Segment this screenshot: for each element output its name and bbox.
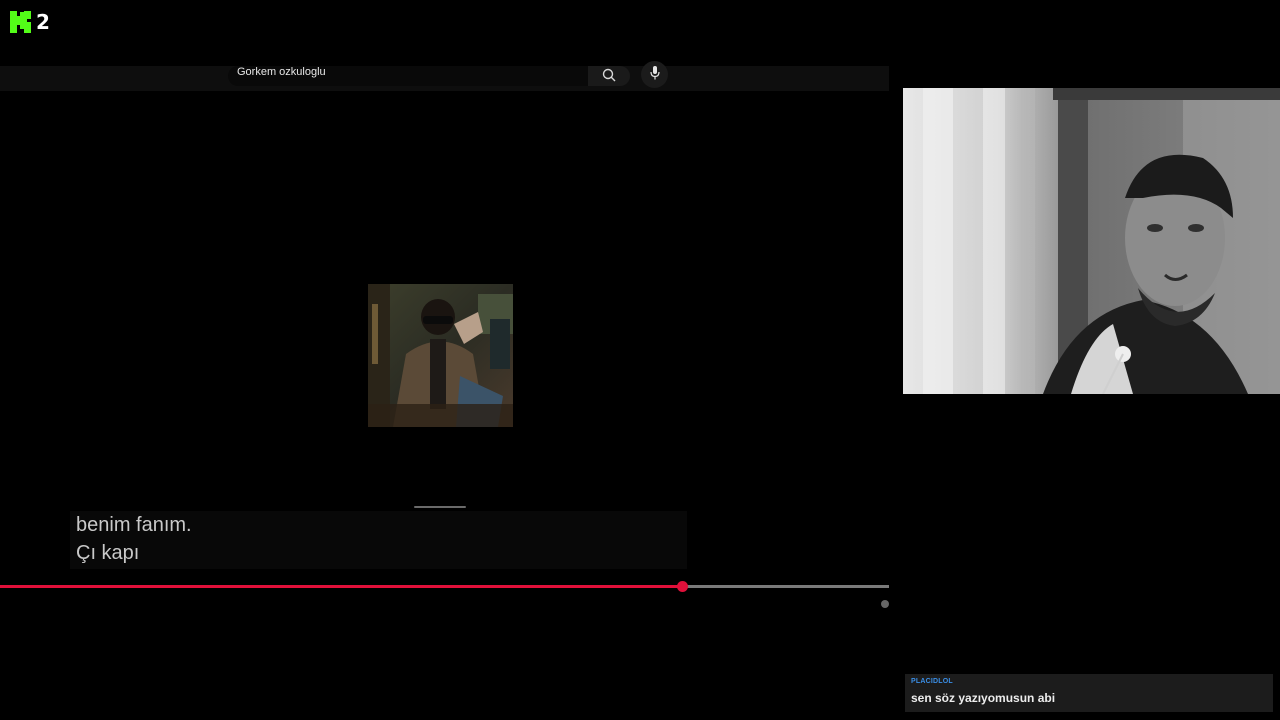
drag-handle[interactable] — [414, 506, 466, 508]
lyrics-caption: benim fanım. Çı kapı — [70, 511, 687, 569]
chat-separator: ________________________________ — [904, 605, 1174, 617]
progress-scrubber[interactable] — [676, 581, 688, 592]
progress-bar[interactable] — [0, 581, 889, 592]
kick-logo-icon — [10, 11, 32, 33]
chat-message-text: sen söz yazıyomusun abi — [911, 691, 1056, 705]
channel-logo: 2 — [10, 10, 50, 34]
chat-username[interactable]: PLACIDLOL — [911, 678, 953, 685]
webcam-feed — [903, 88, 1280, 394]
search-query: Gorkem ozkuloglu — [237, 66, 326, 78]
logo-number: 2 — [36, 10, 50, 34]
caption-line: Çı kapı — [76, 542, 140, 564]
scroll-indicator — [881, 600, 889, 608]
search-icon — [602, 67, 616, 86]
voice-search-button[interactable] — [641, 61, 668, 88]
chat-message: PLACIDLOL sen söz yazıyomusun abi — [905, 674, 1273, 712]
caption-line: benim fanım. — [76, 514, 192, 536]
search-button[interactable] — [588, 66, 630, 86]
search-input[interactable]: Gorkem ozkuloglu — [228, 66, 588, 86]
stream-screen: 2 Gorkem ozkuloglu benim fanım. Çı kapı … — [0, 0, 1280, 720]
microphone-icon — [649, 65, 660, 84]
album-art-image — [368, 284, 513, 427]
progress-played — [0, 585, 682, 588]
search-bar: Gorkem ozkuloglu — [0, 61, 889, 91]
